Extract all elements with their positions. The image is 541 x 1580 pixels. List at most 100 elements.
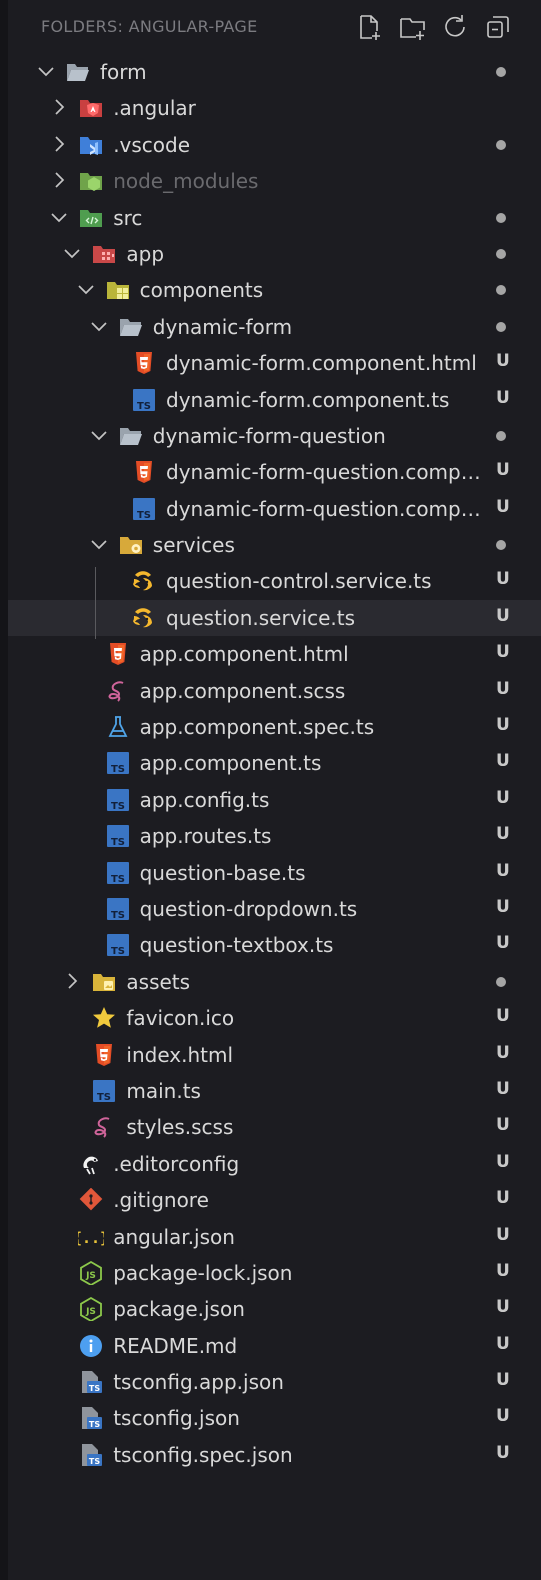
git-status-badge: U <box>496 605 510 626</box>
chevron-down-icon[interactable] <box>90 535 108 553</box>
file-row-app-component-spec-ts[interactable]: app.component.spec.ts U <box>8 709 541 745</box>
folder-row-node-modules[interactable]: node_modules <box>8 163 541 199</box>
file-row-app-component-ts[interactable]: TS app.component.ts U <box>8 745 541 781</box>
file-label: app.component.html <box>139 642 349 667</box>
file-row-question-base-ts[interactable]: TS question-base.ts U <box>8 855 541 891</box>
ts-icon: TS <box>105 824 131 848</box>
folder-row-services[interactable]: services <box>8 527 541 563</box>
file-row-dynamic-form-question-compo[interactable]: TS dynamic-form-question.compo... U <box>8 491 541 527</box>
file-row-main-ts[interactable]: TS main.ts U <box>8 1073 541 1109</box>
git-status-badge: U <box>496 1297 510 1318</box>
html-icon <box>131 351 157 375</box>
file-row-angular-json[interactable]: {..} angular.json U <box>8 1219 541 1255</box>
file-label: dynamic-form.component.html <box>166 351 477 376</box>
modified-dot <box>496 430 506 441</box>
file-row-tsconfig-spec-json[interactable]: TS tsconfig.spec.json U <box>8 1437 541 1473</box>
modified-dot <box>496 248 506 259</box>
folder-row-components[interactable]: components <box>8 272 541 308</box>
file-row-question-dropdown-ts[interactable]: TS question-dropdown.ts U <box>8 891 541 927</box>
file-row-tsconfig-app-json[interactable]: TS tsconfig.app.json U <box>8 1364 541 1400</box>
angular-folder-icon <box>78 96 104 120</box>
folder-row-app[interactable]: app <box>8 236 541 272</box>
file-row-dynamic-form-component-html[interactable]: dynamic-form.component.html U <box>8 345 541 381</box>
src-folder-icon <box>78 206 104 230</box>
json-icon: {..} <box>78 1225 104 1249</box>
folder-row-dynamic-form-question[interactable]: dynamic-form-question <box>8 418 541 454</box>
file-row-dynamic-form-component-ts[interactable]: TS dynamic-form.component.ts U <box>8 382 541 418</box>
folder-row-angular[interactable]: .angular <box>8 90 541 126</box>
folder-label: dynamic-form <box>152 314 293 339</box>
folder-label: components <box>139 278 264 303</box>
html-icon <box>91 1043 117 1067</box>
file-row-app-component-html[interactable]: app.component.html U <box>8 636 541 672</box>
chevron-right-icon[interactable] <box>50 98 68 116</box>
file-row-app-component-scss[interactable]: app.component.scss U <box>8 673 541 709</box>
chevron-down-icon[interactable] <box>90 317 108 335</box>
file-row-readme-md[interactable]: README.md U <box>8 1328 541 1364</box>
refresh-icon[interactable] <box>440 12 470 42</box>
sass-icon <box>91 1115 117 1139</box>
file-row-app-config-ts[interactable]: TS app.config.ts U <box>8 782 541 818</box>
svg-text:TS: TS <box>137 401 151 412</box>
folder-row-form[interactable]: form <box>8 54 541 90</box>
file-row-gitignore[interactable]: .gitignore U <box>8 1182 541 1218</box>
chevron-down-icon[interactable] <box>77 280 95 298</box>
file-row-dynamic-form-question-compo[interactable]: dynamic-form-question.compo... U <box>8 454 541 490</box>
tsconfig-icon: TS <box>78 1406 104 1430</box>
git-status-badge: U <box>496 751 510 772</box>
git-status-badge: U <box>496 1115 510 1136</box>
chevron-down-icon[interactable] <box>37 62 55 80</box>
file-row-favicon-ico[interactable]: favicon.ico U <box>8 1000 541 1036</box>
folder-label: app <box>126 241 165 266</box>
chevron-down-icon[interactable] <box>90 426 108 444</box>
file-row-package-json[interactable]: JS package.json U <box>8 1291 541 1327</box>
folder-row-vscode[interactable]: .vscode <box>8 127 541 163</box>
chevron-down-icon[interactable] <box>63 244 81 262</box>
file-label: question-control.service.ts <box>166 569 432 594</box>
file-row-index-html[interactable]: index.html U <box>8 1037 541 1073</box>
git-status-badge: U <box>496 1006 510 1027</box>
ts-icon: TS <box>131 497 157 521</box>
file-label: angular.json <box>113 1224 235 1249</box>
folder-open-icon <box>118 424 144 448</box>
file-label: tsconfig.json <box>113 1406 240 1431</box>
modified-dot <box>496 67 506 77</box>
collapse-all-icon[interactable] <box>483 12 513 42</box>
file-label: README.md <box>113 1333 238 1358</box>
indent-guide <box>95 567 96 639</box>
folder-row-src[interactable]: src <box>8 200 541 236</box>
chevron-right-icon[interactable] <box>50 135 68 153</box>
file-row-question-control-service-ts[interactable]: question-control.service.ts U <box>8 563 541 599</box>
chevron-down-icon[interactable] <box>50 208 68 226</box>
chevron-right-icon[interactable] <box>63 972 81 990</box>
file-row-editorconfig[interactable]: .editorconfig U <box>8 1146 541 1182</box>
git-status-badge: U <box>496 933 510 954</box>
git-status-badge: U <box>496 1224 510 1245</box>
file-label: dynamic-form.component.ts <box>166 387 450 412</box>
new-file-icon[interactable] <box>354 12 384 42</box>
file-row-package-lock-json[interactable]: JS package-lock.json U <box>8 1255 541 1291</box>
file-row-question-service-ts[interactable]: question.service.ts U <box>8 599 541 637</box>
new-folder-icon[interactable] <box>398 12 428 42</box>
file-label: app.component.ts <box>139 751 322 776</box>
file-label: app.component.spec.ts <box>139 715 375 740</box>
folder-row-assets[interactable]: assets <box>8 964 541 1000</box>
file-row-tsconfig-json[interactable]: TS tsconfig.json U <box>8 1400 541 1436</box>
file-row-app-routes-ts[interactable]: TS app.routes.ts U <box>8 818 541 854</box>
folder-row-dynamic-form[interactable]: dynamic-form <box>8 309 541 345</box>
file-row-styles-scss[interactable]: styles.scss U <box>8 1109 541 1145</box>
git-status-badge: U <box>496 1370 510 1391</box>
file-row-question-textbox-ts[interactable]: TS question-textbox.ts U <box>8 927 541 963</box>
test-flask-icon <box>105 715 131 739</box>
html-icon <box>105 642 131 666</box>
file-label: tsconfig.app.json <box>113 1370 284 1395</box>
folder-label: services <box>152 533 235 558</box>
folder-open-icon <box>65 60 91 84</box>
chevron-right-icon[interactable] <box>50 171 68 189</box>
file-label: question-base.ts <box>139 860 306 885</box>
file-label: question-dropdown.ts <box>139 896 358 921</box>
svg-text:TS: TS <box>89 1420 100 1429</box>
svg-text:TS: TS <box>111 910 125 921</box>
git-status-badge: U <box>496 387 510 408</box>
modified-dot <box>496 976 506 987</box>
